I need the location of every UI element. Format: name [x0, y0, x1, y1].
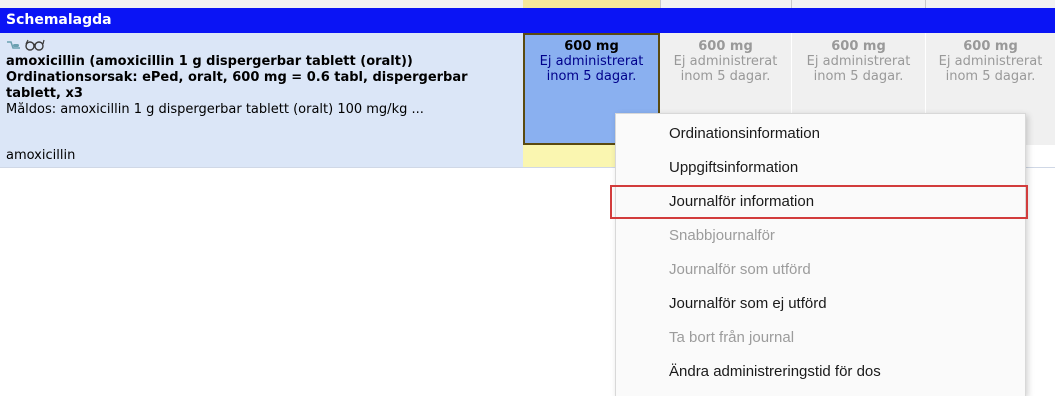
- dose-amount: 600 mg: [831, 39, 886, 54]
- menu-item-journalfor-som-utford[interactable]: Journalför som utförd: [616, 253, 1025, 287]
- order-icons: [6, 37, 517, 52]
- context-menu: Ordinationsinformation Uppgiftsinformati…: [610, 113, 1028, 396]
- column-header-strip: [0, 0, 1055, 8]
- dose-amount: 600 mg: [963, 39, 1018, 54]
- section-title: Schemalagda: [0, 8, 523, 33]
- column-header-current: [523, 0, 660, 8]
- menu-item-uppgiftsinformation[interactable]: Uppgiftsinformation: [616, 151, 1025, 185]
- menu-item-snabbjournalfor[interactable]: Snabbjournalför: [616, 219, 1025, 253]
- menu-item-ordinationsinformation[interactable]: Ordinationsinformation: [616, 117, 1025, 151]
- menu-item-journalfor-information[interactable]: Journalför information: [610, 185, 1028, 219]
- order-reason: Ordinationsorsak: ePed, oralt, 600 mg = …: [6, 70, 468, 101]
- drug-title: amoxicillin (amoxicillin 1 g dispergerba…: [6, 54, 413, 69]
- dose-status: Ej administrerat inom 5 dagar.: [806, 54, 911, 84]
- menu-item-andra-administreringstid[interactable]: Ändra administreringstid för dos: [616, 355, 1025, 389]
- pill-icon: [6, 39, 22, 51]
- dose-status: Ej administrerat inom 5 dagar.: [938, 54, 1043, 84]
- column-separator: [660, 0, 661, 8]
- medication-order-row[interactable]: amoxicillin (amoxicillin 1 g dispergerba…: [0, 33, 523, 145]
- dose-amount: 600 mg: [564, 39, 619, 54]
- menu-item-ta-bort-fran-journal[interactable]: Ta bort från journal: [616, 321, 1025, 355]
- target-dose: Måldos: amoxicillin 1 g dispergerbar tab…: [6, 102, 424, 117]
- dose-status: Ej administrerat inom 5 dagar.: [673, 54, 778, 84]
- column-separator: [791, 0, 792, 8]
- menu-item-journalfor-som-ej-utford[interactable]: Journalför som ej utförd: [616, 287, 1025, 321]
- generic-name-row[interactable]: amoxicillin: [0, 145, 523, 167]
- dose-status: Ej administrerat inom 5 dagar.: [539, 54, 644, 84]
- column-separator: [925, 0, 926, 8]
- dose-amount: 600 mg: [698, 39, 753, 54]
- glasses-icon: [24, 38, 46, 51]
